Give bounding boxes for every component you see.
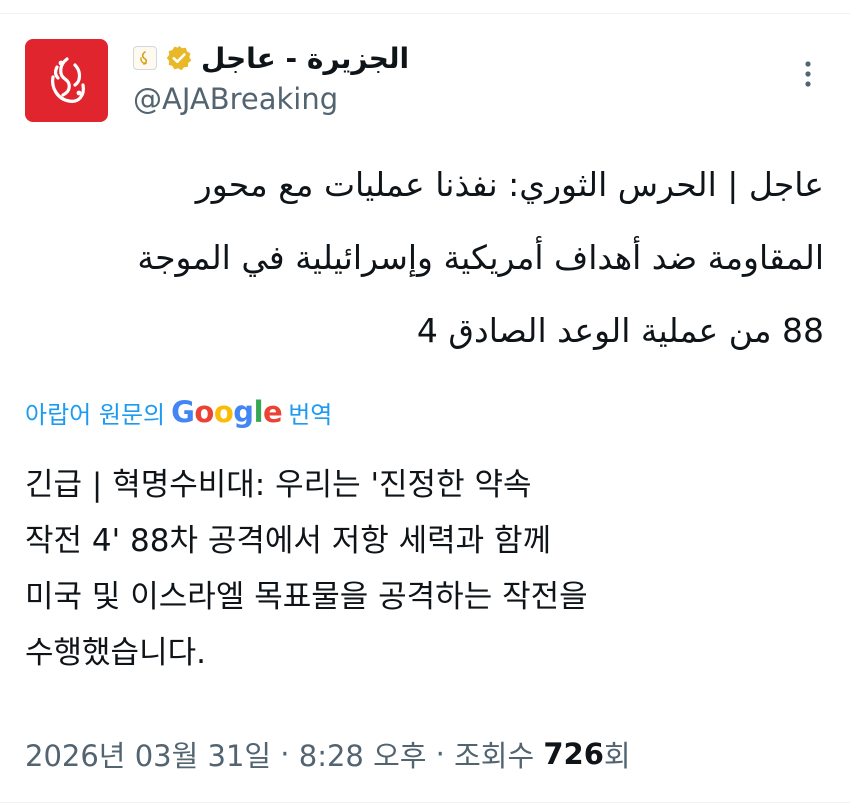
translated-text-line: 긴급 | 혁명수비대: 우리는 '진정한 약속 — [25, 467, 532, 503]
translate-prefix: 아랍어 원문의 — [25, 400, 166, 429]
translation-attribution[interactable]: 아랍어 원문의 Google 번역 — [25, 392, 332, 432]
tweet-author: الجزيرة - عاجل @AJABreaking — [133, 38, 409, 116]
more-options-icon[interactable] — [802, 58, 814, 90]
verified-badge-icon[interactable] — [165, 44, 193, 72]
tweet-metadata: 2026년 03월 31일 · 8:28 오후 · 조회수 726 회 — [25, 729, 631, 779]
tweet-date[interactable]: 2026년 03월 31일 — [25, 733, 271, 775]
original-text-line: المقاومة ضد أهداف أمريكية وإسرائيلية في … — [137, 238, 824, 277]
author-display-name[interactable]: الجزيرة - عاجل — [201, 42, 409, 75]
translated-text-line: 미국 및 이스라엘 목표물을 공격하는 작전을 — [25, 579, 588, 615]
tweet: الجزيرة - عاجل @AJABreaking عاجل | الحرس… — [0, 0, 850, 805]
translated-text-line: 작전 4' 88차 공격에서 저항 세력과 함께 — [25, 523, 552, 559]
bottom-divider — [0, 802, 850, 803]
views-label: 조회수 — [454, 739, 535, 773]
original-text-line: عاجل | الحرس الثوري: نفذنا عمليات مع محو… — [195, 165, 824, 204]
author-handle[interactable]: @AJABreaking — [133, 82, 409, 116]
views-count: 726 — [543, 737, 604, 771]
tweet-translated-text: 긴급 | 혁명수비대: 우리는 '진정한 약속 작전 4' 88차 공격에서 저… — [25, 457, 825, 681]
original-text-line: 88 من عملية الوعد الصادق 4 — [416, 311, 824, 350]
meta-separator: · — [426, 737, 455, 771]
author-name-row: الجزيرة - عاجل — [133, 38, 409, 78]
google-logo-icon: Google — [171, 395, 283, 429]
tweet-original-text: عاجل | الحرس الثوري: نفذنا عمليات مع محو… — [34, 148, 824, 367]
views-unit: 회 — [603, 739, 631, 773]
affiliate-badge-icon[interactable] — [133, 46, 157, 70]
tweet-time[interactable]: 8:28 오후 — [299, 733, 427, 775]
avatar[interactable] — [25, 39, 108, 122]
translate-suffix: 번역 — [288, 400, 333, 429]
meta-separator: · — [271, 737, 299, 771]
al-jazeera-logo-icon — [50, 56, 85, 103]
translated-text-line: 수행했습니다. — [25, 635, 206, 671]
